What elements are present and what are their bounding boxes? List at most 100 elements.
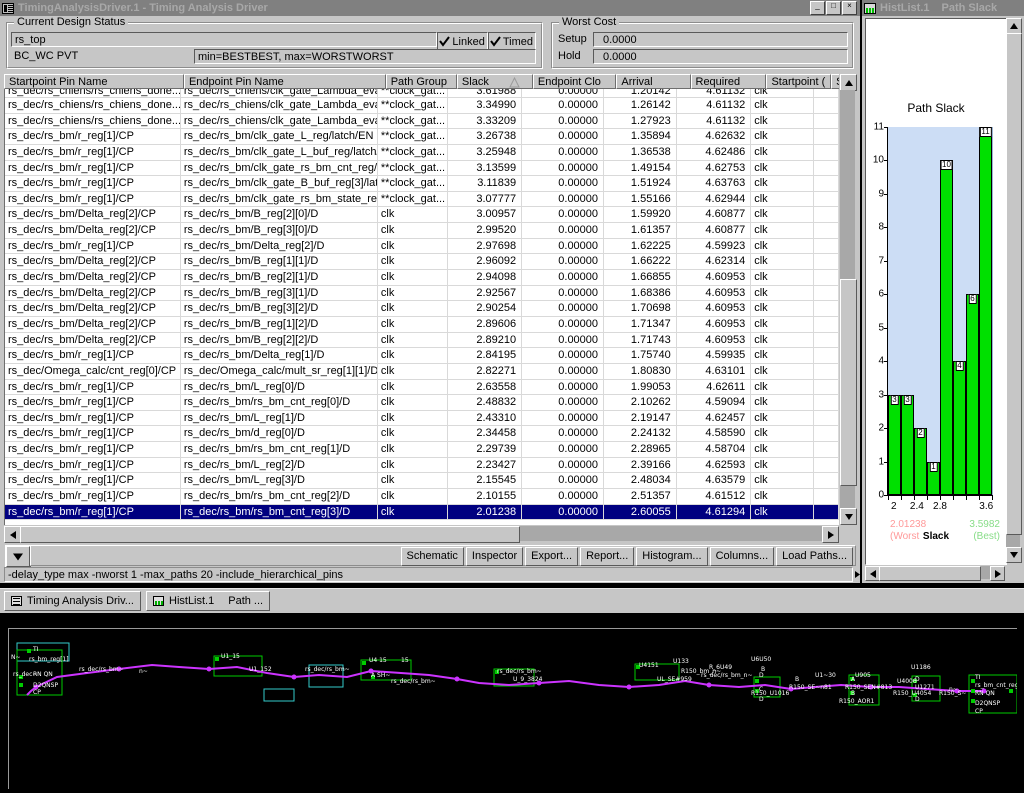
table-row[interactable]: rs_dec/rs_chiens/rs_chiens_done... rs_dec… bbox=[5, 113, 839, 130]
table-cell-startpoint: rs_dec/rs_bm/r_reg[1]/CP bbox=[5, 144, 181, 160]
column-header-arrival[interactable]: Arrival bbox=[616, 74, 691, 89]
close-button[interactable]: × bbox=[842, 1, 857, 15]
table-cell-required: 4.59094 bbox=[677, 395, 752, 410]
x-axis-tick bbox=[979, 496, 980, 500]
histogram-bar[interactable] bbox=[940, 160, 953, 495]
histogram-scroll-left-button[interactable] bbox=[865, 566, 880, 581]
column-header-startpoint-pin-name[interactable]: Startpoint Pin Name bbox=[4, 74, 184, 89]
maximize-button[interactable]: □ bbox=[826, 1, 841, 15]
schematic-button[interactable]: Schematic bbox=[400, 547, 464, 566]
histogram-vertical-thumb[interactable] bbox=[1006, 33, 1022, 535]
histogram-button[interactable]: Histogram... bbox=[636, 547, 708, 566]
taskbar-item-timing-analysis-driver[interactable]: Timing Analysis Driv... bbox=[4, 591, 141, 611]
timing-path-schematic[interactable]: TI rs_bm_reg[1] RN QN D2QNSP CP N~ rs_de… bbox=[8, 628, 1017, 789]
column-header-endpoint-pin-name[interactable]: Endpoint Pin Name bbox=[183, 74, 386, 89]
table-row[interactable]: rs_dec/rs_bm/r_reg[1]/CP rs_dec/rs_bm/clk… bbox=[5, 191, 839, 208]
histogram-vertical-scrollbar[interactable] bbox=[1006, 18, 1022, 563]
table-cell-startpoint_clock: clk bbox=[751, 426, 815, 442]
table-row[interactable]: rs_dec/Omega_calc/cnt_reg[0]/CP rs_dec/Om… bbox=[5, 363, 839, 380]
scroll-left-button[interactable] bbox=[4, 526, 21, 543]
table-row[interactable]: rs_dec/rs_bm/r_reg[1]/CP rs_dec/rs_bm/L_r… bbox=[5, 457, 839, 474]
options-dropdown-button[interactable] bbox=[5, 545, 31, 568]
minimize-button[interactable]: _ bbox=[810, 1, 825, 15]
histogram-bar[interactable] bbox=[914, 428, 927, 495]
scroll-right-button[interactable] bbox=[822, 526, 839, 543]
table-row[interactable]: rs_dec/rs_bm/Delta_reg[2]/CP rs_dec/rs_bm… bbox=[5, 332, 839, 349]
table-cell-startpoint: rs_dec/rs_chiens/rs_chiens_done... bbox=[5, 113, 181, 129]
scroll-down-button[interactable] bbox=[840, 508, 857, 525]
scroll-up-button[interactable] bbox=[840, 74, 857, 91]
table-row[interactable]: rs_dec/rs_bm/r_reg[1]/CP rs_dec/rs_bm/rs_… bbox=[5, 395, 839, 411]
table-cell-path_group: clk bbox=[378, 238, 448, 254]
table-cell-startpoint_clock: clk bbox=[751, 98, 815, 113]
table-cell-endpoint_clock: 0.00000 bbox=[522, 316, 605, 332]
histogram-scroll-right-button[interactable] bbox=[990, 566, 1005, 581]
table-row[interactable]: rs_dec/rs_bm/r_reg[1]/CP rs_dec/rs_bm/clk… bbox=[5, 160, 839, 177]
report-button[interactable]: Report... bbox=[580, 547, 635, 566]
table-row[interactable]: rs_dec/rs_bm/r_reg[1]/CP rs_dec/rs_bm/rs_… bbox=[5, 504, 839, 521]
table-cell-startpoint: rs_dec/rs_bm/r_reg[1]/CP bbox=[5, 379, 181, 395]
histogram-horizontal-scrollbar[interactable] bbox=[865, 566, 1005, 581]
table-row[interactable]: rs_dec/rs_bm/Delta_reg[2]/CP rs_dec/rs_bm… bbox=[5, 207, 839, 224]
design-name-field[interactable]: rs_top bbox=[11, 32, 438, 47]
histogram-canvas[interactable]: Path Slack 3 3 2 1 10 4 6 11 0 1 2 3 4 5 6 7 8 9 10 11 2 2.… bbox=[865, 18, 1007, 565]
command-line-field[interactable]: -delay_type max -nworst 1 -max_paths 20 … bbox=[4, 567, 853, 582]
table-row[interactable]: rs_dec/rs_bm/Delta_reg[2]/CP rs_dec/rs_bm… bbox=[5, 223, 839, 239]
table-row[interactable]: rs_dec/rs_bm/Delta_reg[2]/CP rs_dec/rs_bm… bbox=[5, 285, 839, 302]
columns-button[interactable]: Columns... bbox=[709, 547, 775, 566]
column-header-slack[interactable]: Slack bbox=[456, 74, 533, 89]
table-row[interactable]: rs_dec/rs_bm/r_reg[1]/CP rs_dec/rs_bm/rs_… bbox=[5, 489, 839, 505]
button-strip: Schematic Inspector Export... Report... … bbox=[30, 545, 856, 566]
column-header-endpoint-clock[interactable]: Endpoint Clo bbox=[532, 74, 617, 89]
histogram-bar[interactable] bbox=[888, 394, 901, 495]
table-row[interactable]: rs_dec/rs_bm/r_reg[1]/CP rs_dec/rs_bm/Del… bbox=[5, 238, 839, 255]
column-header-required[interactable]: Required bbox=[690, 74, 767, 89]
table-header-row: Startpoint Pin Name Endpoint Pin Name Pa… bbox=[4, 74, 856, 89]
table-body[interactable]: rs_dec/rs_chiens/rs_chiens_done... rs_dec… bbox=[4, 89, 839, 525]
inspector-button[interactable]: Inspector bbox=[465, 547, 524, 566]
horizontal-scroll-thumb[interactable] bbox=[20, 526, 520, 543]
command-line-overflow-indicator[interactable] bbox=[855, 567, 860, 582]
table-cell-endpoint_clock: 0.00000 bbox=[522, 348, 605, 363]
histogram-scroll-down-button[interactable] bbox=[1006, 547, 1022, 563]
table-row[interactable]: rs_dec/rs_bm/r_reg[1]/CP rs_dec/rs_bm/L_r… bbox=[5, 410, 839, 427]
table-row[interactable]: rs_dec/rs_bm/r_reg[1]/CP rs_dec/rs_bm/L_r… bbox=[5, 473, 839, 490]
table-row[interactable]: rs_dec/rs_bm/r_reg[1]/CP rs_dec/rs_bm/Del… bbox=[5, 348, 839, 364]
table-row[interactable]: rs_dec/rs_bm/r_reg[1]/CP rs_dec/rs_bm/clk… bbox=[5, 176, 839, 192]
histogram-bar[interactable] bbox=[953, 361, 966, 495]
table-horizontal-scrollbar[interactable] bbox=[4, 525, 839, 543]
column-header-startpoint-clock[interactable]: Startpoint ( bbox=[766, 74, 832, 89]
table-cell-path_group: clk bbox=[378, 207, 448, 223]
histogram-horizontal-thumb[interactable] bbox=[879, 566, 981, 581]
table-cell-status bbox=[814, 191, 839, 207]
table-row[interactable]: rs_dec/rs_bm/Delta_reg[2]/CP rs_dec/rs_bm… bbox=[5, 301, 839, 317]
table-row[interactable]: rs_dec/rs_bm/r_reg[1]/CP rs_dec/rs_bm/d_r… bbox=[5, 426, 839, 443]
vertical-scroll-thumb[interactable] bbox=[840, 279, 857, 486]
histogram-bar[interactable] bbox=[901, 394, 914, 495]
y-axis-tick-label: 7 bbox=[878, 255, 884, 267]
table-row[interactable]: rs_dec/rs_bm/r_reg[1]/CP rs_dec/rs_bm/clk… bbox=[5, 144, 839, 161]
table-row[interactable]: rs_dec/rs_bm/r_reg[1]/CP rs_dec/rs_bm/clk… bbox=[5, 129, 839, 145]
screen-root: TimingAnalysisDriver.1 - Timing Analysis… bbox=[0, 0, 1024, 793]
column-header-path-group[interactable]: Path Group bbox=[385, 74, 457, 89]
taskbar-item-histlist[interactable]: HistList.1 Path ... bbox=[146, 591, 271, 611]
load-paths-button[interactable]: Load Paths... bbox=[776, 547, 853, 566]
table-row[interactable]: rs_dec/rs_bm/Delta_reg[2]/CP rs_dec/rs_bm… bbox=[5, 316, 839, 333]
table-cell-path_group: **clock_gat... bbox=[378, 129, 448, 144]
table-vertical-scrollbar[interactable] bbox=[839, 74, 857, 525]
histogram-bar[interactable] bbox=[966, 294, 979, 495]
table-row[interactable]: rs_dec/rs_bm/r_reg[1]/CP rs_dec/rs_bm/rs_… bbox=[5, 442, 839, 458]
table-row[interactable]: rs_dec/rs_bm/Delta_reg[2]/CP rs_dec/rs_bm… bbox=[5, 254, 839, 271]
table-row[interactable]: rs_dec/rs_chiens/rs_chiens_done... rs_dec… bbox=[5, 98, 839, 114]
histogram-bar[interactable] bbox=[979, 127, 992, 495]
export-button[interactable]: Export... bbox=[525, 547, 579, 566]
table-row[interactable]: rs_dec/rs_bm/Delta_reg[2]/CP rs_dec/rs_bm… bbox=[5, 270, 839, 286]
table-cell-endpoint_clock: 0.00000 bbox=[522, 285, 605, 301]
histogram-titlebar[interactable]: HistList.1 Path Slack bbox=[862, 0, 1024, 16]
table-row[interactable]: rs_dec/rs_bm/r_reg[1]/CP rs_dec/rs_bm/L_r… bbox=[5, 379, 839, 396]
svg-text:D: D bbox=[915, 676, 920, 683]
histogram-scroll-up-button[interactable] bbox=[1006, 18, 1022, 34]
scrollbar-corner bbox=[839, 525, 856, 542]
window-titlebar[interactable]: TimingAnalysisDriver.1 - Timing Analysis… bbox=[0, 0, 860, 16]
table-row[interactable]: rs_dec/rs_chiens/rs_chiens_done... rs_dec… bbox=[5, 89, 839, 98]
